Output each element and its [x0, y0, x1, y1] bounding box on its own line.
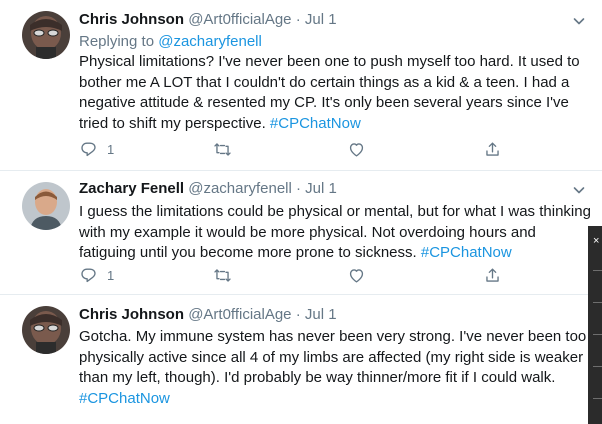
replying-to-label: Replying to — [79, 33, 155, 50]
user-handle[interactable]: @Art0fficialAge — [188, 11, 291, 28]
tweet-header: Chris Johnson @Art0fficialAge · Jul 1 — [79, 306, 337, 324]
overlay-divider — [593, 334, 602, 335]
reply-button[interactable]: 1 — [79, 266, 114, 285]
tweet[interactable]: Chris Johnson @Art0fficialAge · Jul 1 Go… — [0, 294, 602, 424]
like-button[interactable] — [347, 266, 366, 285]
avatar-photo-icon — [22, 306, 70, 354]
reply-count: 1 — [107, 268, 115, 283]
hashtag-link[interactable]: #CPChatNow — [79, 390, 170, 407]
tweet-actions: 1 — [79, 140, 509, 160]
avatar[interactable] — [22, 306, 70, 354]
tweet-body: Gotcha. My immune system has never been … — [79, 328, 587, 387]
separator-dot: · — [295, 11, 301, 28]
share-icon — [483, 140, 502, 159]
overlay-divider — [593, 302, 602, 303]
reply-count: 1 — [107, 142, 115, 157]
replying-to: Replying to @zacharyfenell — [79, 33, 262, 51]
tweet-actions: 1 — [79, 266, 509, 286]
chevron-down-icon[interactable] — [572, 14, 586, 28]
tweet[interactable]: Chris Johnson @Art0fficialAge · Jul 1 Re… — [0, 0, 602, 170]
hashtag-link[interactable]: #CPChatNow — [421, 244, 512, 261]
retweet-icon — [213, 140, 232, 159]
tweet-date[interactable]: Jul 1 — [305, 11, 337, 28]
tweet-header: Chris Johnson @Art0fficialAge · Jul 1 — [79, 11, 337, 29]
share-icon — [483, 266, 502, 285]
separator-dot: · — [296, 180, 301, 197]
user-handle[interactable]: @zacharyfenell — [188, 180, 292, 197]
tweet-text: I guess the limitations could be physica… — [79, 202, 594, 264]
share-button[interactable] — [483, 266, 502, 285]
overlay-divider — [593, 398, 602, 399]
tweet-header: Zachary Fenell @zacharyfenell · Jul 1 — [79, 180, 337, 198]
mention-link[interactable]: @zacharyfenell — [158, 33, 262, 50]
display-name[interactable]: Zachary Fenell — [79, 180, 184, 197]
tweet-text: Physical limitations? I've never been on… — [79, 52, 594, 134]
retweet-icon — [213, 266, 232, 285]
chevron-down-icon[interactable] — [572, 183, 586, 197]
tweet-date[interactable]: Jul 1 — [305, 180, 337, 197]
separator-dot: · — [295, 306, 301, 323]
display-name[interactable]: Chris Johnson — [79, 306, 184, 323]
hashtag-link[interactable]: #CPChatNow — [270, 115, 361, 132]
close-icon[interactable]: × — [593, 236, 599, 247]
tweet-text: Gotcha. My immune system has never been … — [79, 327, 591, 409]
reply-button[interactable]: 1 — [79, 140, 114, 159]
like-button[interactable] — [347, 140, 366, 159]
avatar-photo-icon — [22, 11, 70, 59]
tweet[interactable]: Zachary Fenell @zacharyfenell · Jul 1 I … — [0, 170, 602, 294]
avatar[interactable] — [22, 11, 70, 59]
reply-icon — [79, 266, 98, 285]
retweet-button[interactable] — [213, 266, 232, 285]
overlay-divider — [593, 270, 602, 271]
reply-icon — [79, 140, 98, 159]
overlay-panel — [588, 226, 602, 424]
like-icon — [347, 140, 366, 159]
display-name[interactable]: Chris Johnson — [79, 11, 184, 28]
tweet-date[interactable]: Jul 1 — [305, 306, 337, 323]
tweet-body: I guess the limitations could be physica… — [79, 203, 591, 262]
user-handle[interactable]: @Art0fficialAge — [188, 306, 291, 323]
avatar[interactable] — [22, 182, 70, 230]
retweet-button[interactable] — [213, 140, 232, 159]
like-icon — [347, 266, 366, 285]
avatar-photo-icon — [22, 182, 70, 230]
overlay-divider — [593, 366, 602, 367]
share-button[interactable] — [483, 140, 502, 159]
